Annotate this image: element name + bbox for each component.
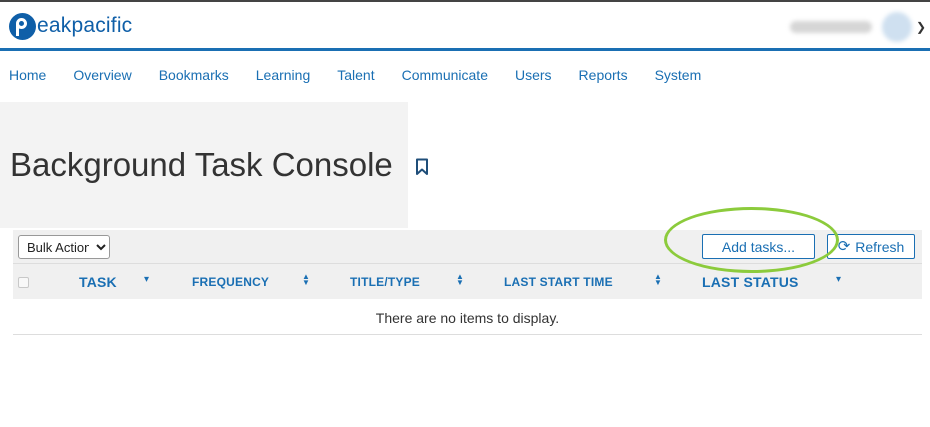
table-toolbar: Bulk Action Add tasks... ⟳ Refresh xyxy=(13,230,922,263)
user-menu[interactable]: ❯ xyxy=(789,12,926,42)
sort-icon[interactable]: ▲ ▼ xyxy=(456,273,464,287)
logo-text: eakpacific xyxy=(37,14,133,37)
main-nav: Home Overview Bookmarks Learning Talent … xyxy=(9,67,728,83)
nav-item-home[interactable]: Home xyxy=(9,67,46,83)
bulk-action-select[interactable]: Bulk Action xyxy=(18,235,110,259)
chevron-down-icon[interactable]: ❯ xyxy=(916,20,926,34)
add-tasks-button[interactable]: Add tasks... xyxy=(702,234,815,259)
top-bar: eakpacific ❯ xyxy=(0,0,930,50)
column-header-last-status[interactable]: LAST STATUS xyxy=(702,274,799,290)
refresh-label: Refresh xyxy=(855,238,905,255)
sort-desc-icon[interactable]: ▾ xyxy=(836,275,841,285)
empty-message: There are no items to display. xyxy=(13,299,922,335)
nav-item-communicate[interactable]: Communicate xyxy=(402,67,488,83)
sort-desc-icon[interactable]: ▾ xyxy=(144,275,149,285)
nav-item-bookmarks[interactable]: Bookmarks xyxy=(159,67,229,83)
refresh-icon: ⟳ xyxy=(837,238,851,255)
refresh-button[interactable]: ⟳ Refresh xyxy=(827,234,915,259)
sort-icon[interactable]: ▲ ▼ xyxy=(654,273,662,287)
user-name-blurred xyxy=(789,21,872,33)
nav-item-overview[interactable]: Overview xyxy=(73,67,131,83)
select-all-checkbox[interactable] xyxy=(18,277,29,288)
add-tasks-label: Add tasks... xyxy=(721,238,796,255)
sort-icon[interactable]: ▲ ▼ xyxy=(302,273,310,287)
column-header-title-type[interactable]: TITLE/TYPE xyxy=(350,275,420,289)
column-header-frequency[interactable]: FREQUENCY xyxy=(192,275,269,289)
nav-item-reports[interactable]: Reports xyxy=(579,67,628,83)
table-header: TASK ▾ FREQUENCY ▲ ▼ TITLE/TYPE ▲ ▼ LAST S… xyxy=(13,263,922,299)
avatar xyxy=(881,12,912,42)
header-divider xyxy=(0,48,930,51)
nav-item-system[interactable]: System xyxy=(655,67,702,83)
page-title: Background Task Console xyxy=(10,146,393,183)
logo-p-icon xyxy=(9,12,36,40)
nav-item-users[interactable]: Users xyxy=(515,67,552,83)
bookmark-icon[interactable] xyxy=(415,158,429,176)
peakpacific-logo[interactable]: eakpacific xyxy=(9,11,132,41)
column-header-last-start-time[interactable]: LAST START TIME xyxy=(504,275,613,289)
nav-item-learning[interactable]: Learning xyxy=(256,67,311,83)
nav-item-talent[interactable]: Talent xyxy=(337,67,374,83)
column-header-task[interactable]: TASK xyxy=(79,274,117,290)
